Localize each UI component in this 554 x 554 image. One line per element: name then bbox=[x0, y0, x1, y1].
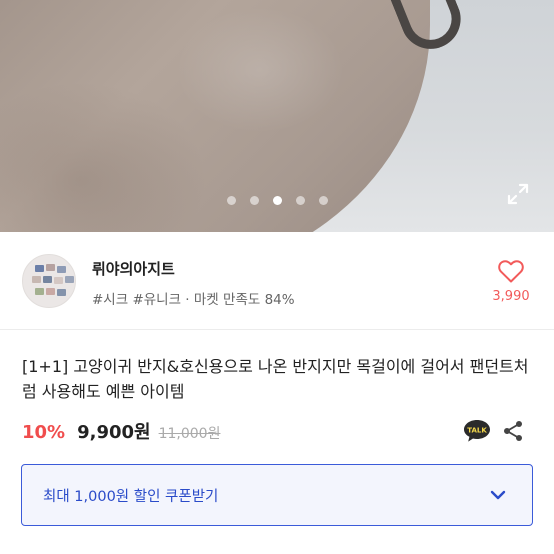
kakaotalk-icon[interactable]: TALK bbox=[462, 418, 492, 444]
shop-avatar[interactable] bbox=[22, 254, 76, 308]
coupon-button[interactable]: 최대 1,000원 할인 쿠폰받기 bbox=[21, 464, 533, 526]
carousel-dot[interactable] bbox=[272, 195, 282, 205]
shop-tags: #시크 #유니크 · 마켓 만족도 84% bbox=[92, 292, 295, 308]
coupon-label: 최대 1,000원 할인 쿠폰받기 bbox=[43, 489, 219, 505]
sale-price: 9,900원 bbox=[77, 422, 151, 443]
carousel-indicator bbox=[0, 192, 554, 208]
original-price: 11,000원 bbox=[158, 426, 221, 442]
shop-name[interactable]: 뤼야의아지트 bbox=[92, 258, 175, 279]
talk-badge-label: TALK bbox=[467, 427, 487, 435]
carousel-dot[interactable] bbox=[295, 195, 305, 205]
chevron-down-icon bbox=[490, 490, 506, 500]
price-row: 10% 9,900원 11,000원 bbox=[22, 418, 220, 444]
heart-icon[interactable] bbox=[497, 258, 525, 284]
carousel-dot[interactable] bbox=[226, 195, 236, 205]
share-icon[interactable] bbox=[502, 420, 524, 442]
product-image-carousel[interactable] bbox=[0, 0, 554, 232]
carousel-dot[interactable] bbox=[318, 195, 328, 205]
shop-info[interactable]: 뤼야의아지트 #시크 #유니크 · 마켓 만족도 84% 3,990 bbox=[0, 232, 554, 330]
product-title: [1+1] 고양이귀 반지&호신용으로 나온 반지지만 목걸이에 걸어서 팬던트… bbox=[22, 357, 529, 401]
carousel-dot[interactable] bbox=[249, 195, 259, 205]
expand-icon[interactable] bbox=[506, 182, 530, 206]
discount-rate: 10% bbox=[22, 422, 66, 443]
like-count: 3,990 bbox=[492, 289, 530, 304]
